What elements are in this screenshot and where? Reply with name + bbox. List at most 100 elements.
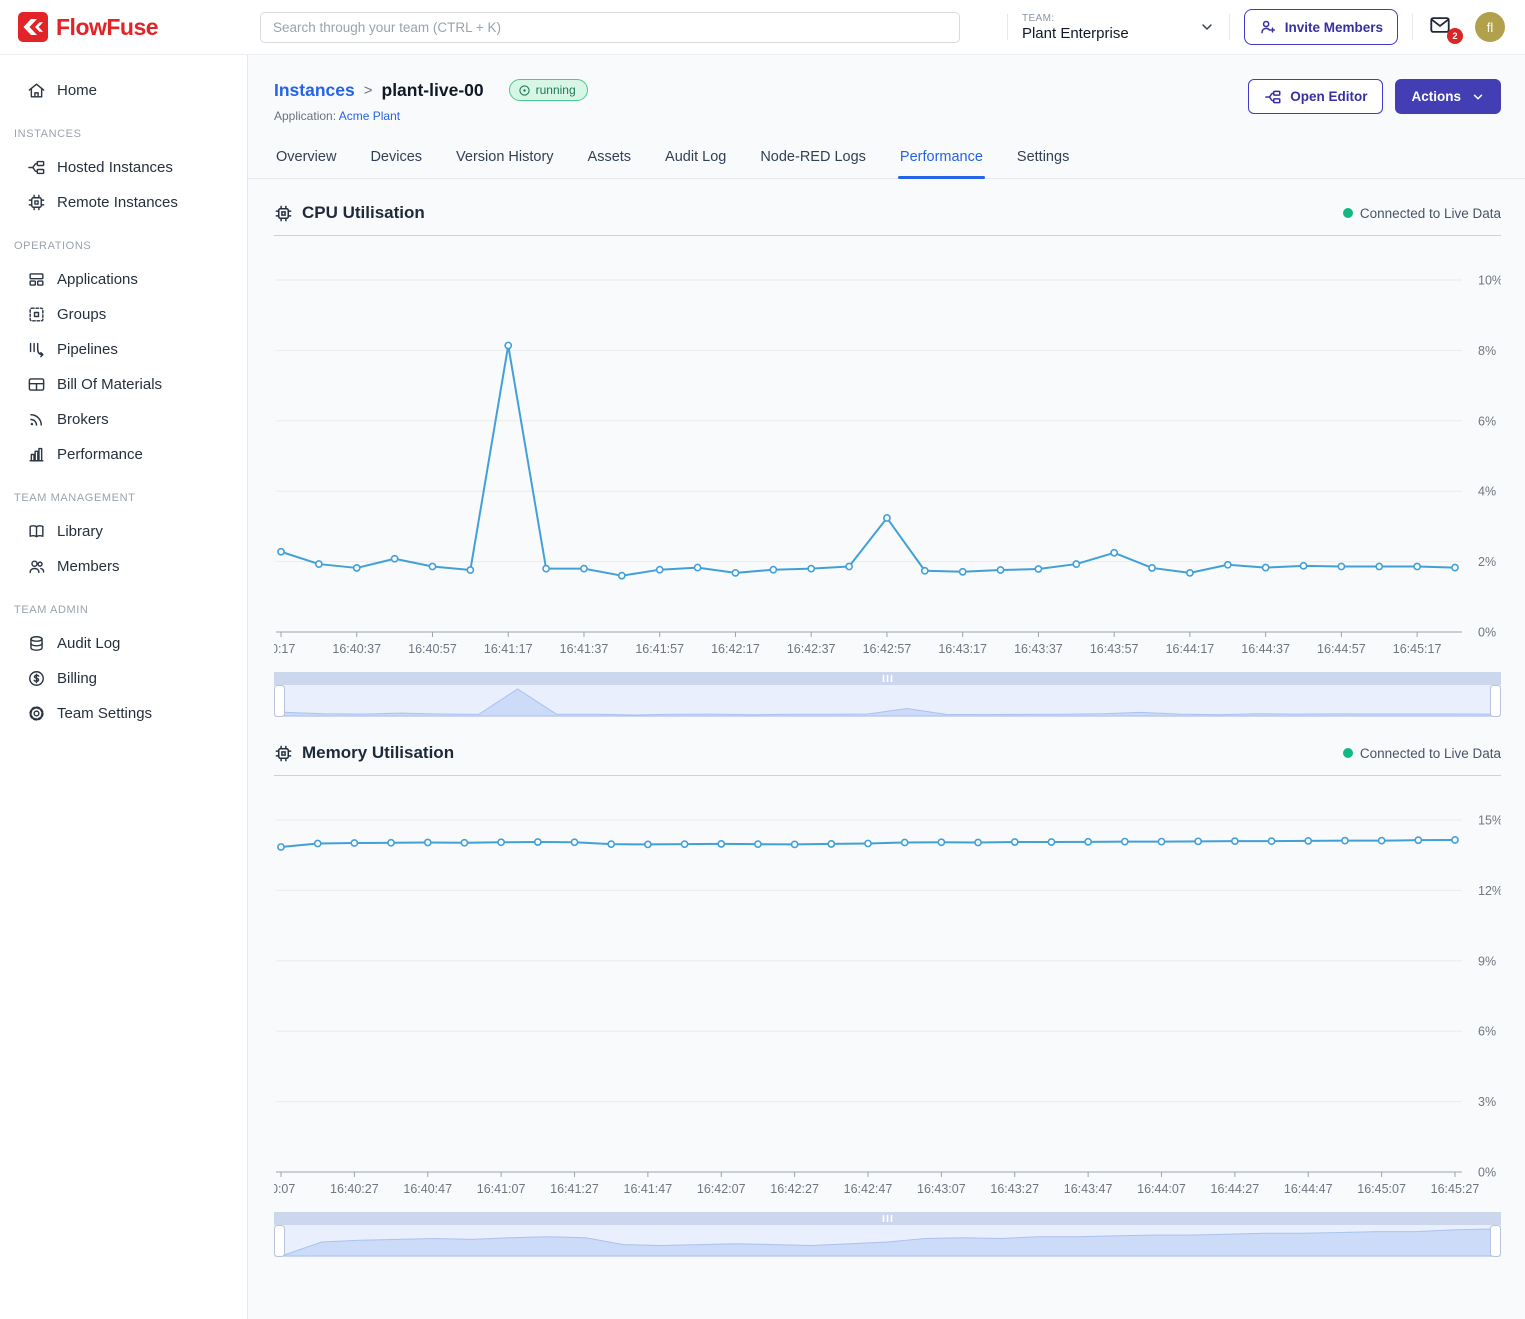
breadcrumb-instances-link[interactable]: Instances [274, 80, 355, 101]
actions-button[interactable]: Actions [1395, 79, 1501, 114]
svg-text:16:40:27: 16:40:27 [330, 1182, 379, 1196]
svg-text:16:41:57: 16:41:57 [635, 642, 684, 656]
groups-icon [27, 305, 46, 324]
invite-members-button[interactable]: Invite Members [1244, 9, 1398, 45]
sidebar-item-brokers[interactable]: Brokers [0, 402, 247, 437]
sidebar-item-members[interactable]: Members [0, 549, 247, 584]
cpu-utilisation-section: CPU Utilisation Connected to Live Data 0… [248, 203, 1525, 719]
sidebar-item-performance[interactable]: Performance [0, 437, 247, 472]
main-content: Instances > plant-live-00 running Applic… [248, 55, 1525, 1319]
memory-utilisation-section: Memory Utilisation Connected to Live Dat… [248, 743, 1525, 1259]
notifications-button[interactable]: 2 [1427, 14, 1457, 40]
logo-text: FlowFuse [56, 14, 158, 41]
tab-performance[interactable]: Performance [898, 143, 985, 178]
sidebar-item-home[interactable]: Home [0, 73, 247, 108]
sidebar-item-groups[interactable]: Groups [0, 297, 247, 332]
team-selector[interactable]: TEAM: Plant Enterprise [1022, 13, 1215, 42]
tab-audit-log[interactable]: Audit Log [663, 143, 728, 178]
divider [274, 775, 1501, 776]
sidebar-item-label: Groups [57, 306, 106, 323]
svg-text:16:42:07: 16:42:07 [697, 1182, 746, 1196]
svg-text:16:40:57: 16:40:57 [408, 642, 457, 656]
live-data-indicator: Connected to Live Data [1343, 206, 1501, 221]
divider [1007, 14, 1008, 40]
team-name: Plant Enterprise [1022, 25, 1129, 42]
sidebar-item-team-settings[interactable]: Team Settings [0, 696, 247, 731]
applications-icon [27, 270, 46, 289]
memory-chart-title: Memory Utilisation [302, 743, 454, 763]
divider [1412, 14, 1413, 40]
navigator-handle[interactable] [1491, 1226, 1501, 1257]
sidebar-item-label: Bill Of Materials [57, 376, 162, 393]
memory-chart-zoom-navigator[interactable] [274, 1212, 1501, 1259]
live-data-indicator: Connected to Live Data [1343, 746, 1501, 761]
navigator-handle[interactable] [1491, 686, 1501, 717]
live-dot-icon [1343, 748, 1353, 758]
tab-settings[interactable]: Settings [1015, 143, 1071, 178]
sidebar-item-label: Home [57, 82, 97, 99]
svg-text:16:41:47: 16:41:47 [624, 1182, 673, 1196]
remote-instances-icon [27, 193, 46, 212]
tab-node-red-logs[interactable]: Node-RED Logs [758, 143, 868, 178]
home-icon [27, 81, 46, 100]
cpu-chart-title: CPU Utilisation [302, 203, 425, 223]
svg-text:16:43:47: 16:43:47 [1064, 1182, 1113, 1196]
sidebar-item-label: Pipelines [57, 341, 118, 358]
tab-overview[interactable]: Overview [274, 143, 338, 178]
person-plus-icon [1259, 18, 1277, 36]
library-icon [27, 522, 46, 541]
sidebar-item-library[interactable]: Library [0, 514, 247, 549]
tab-version-history[interactable]: Version History [454, 143, 556, 178]
cpu-chart: 0%2%4%6%8%10%0:1716:40:3716:40:5716:41:1… [274, 242, 1501, 662]
flowfuse-logo[interactable]: FlowFuse [0, 12, 242, 42]
sidebar-item-label: Brokers [57, 411, 109, 428]
avatar[interactable]: fl [1475, 12, 1505, 42]
svg-text:16:42:37: 16:42:37 [787, 642, 836, 656]
application-link[interactable]: Acme Plant [339, 109, 400, 123]
svg-text:6%: 6% [1478, 1025, 1496, 1039]
sidebar-item-audit-log[interactable]: Audit Log [0, 626, 247, 661]
sidebar-item-pipelines[interactable]: Pipelines [0, 332, 247, 367]
tab-assets[interactable]: Assets [586, 143, 634, 178]
svg-text:12%: 12% [1478, 884, 1501, 898]
flowfuse-logo-icon [18, 12, 48, 42]
sidebar-item-label: Performance [57, 446, 143, 463]
sidebar-item-remote-instances[interactable]: Remote Instances [0, 185, 247, 220]
billing-icon [27, 669, 46, 688]
breadcrumb-separator: > [364, 82, 373, 99]
topbar: FlowFuse TEAM: Plant Enterprise Invite M… [0, 0, 1525, 55]
open-editor-button[interactable]: Open Editor [1248, 79, 1383, 114]
sidebar-item-billing[interactable]: Billing [0, 661, 247, 696]
tab-bar: Overview Devices Version History Assets Audi… [248, 143, 1525, 179]
bill-of-materials-icon [27, 375, 46, 394]
sidebar-item-bill-of-materials[interactable]: Bill Of Materials [0, 367, 247, 402]
svg-text:16:40:47: 16:40:47 [403, 1182, 452, 1196]
svg-text:16:45:27: 16:45:27 [1431, 1182, 1480, 1196]
svg-text:16:44:07: 16:44:07 [1137, 1182, 1186, 1196]
svg-text:3%: 3% [1478, 1095, 1496, 1109]
svg-text:9%: 9% [1478, 954, 1496, 968]
sidebar-item-hosted-instances[interactable]: Hosted Instances [0, 150, 247, 185]
navigator-handle[interactable] [275, 1226, 285, 1257]
cpu-chip-icon [274, 204, 293, 223]
svg-text:16:43:07: 16:43:07 [917, 1182, 966, 1196]
svg-text:16:42:47: 16:42:47 [844, 1182, 893, 1196]
cpu-chart-zoom-navigator[interactable] [274, 672, 1501, 719]
search-input[interactable] [260, 12, 960, 43]
memory-chip-icon [274, 744, 293, 763]
svg-text:6%: 6% [1478, 414, 1496, 428]
sidebar-item-applications[interactable]: Applications [0, 262, 247, 297]
chevron-down-icon [1199, 19, 1215, 35]
notifications-count-badge: 2 [1447, 28, 1463, 44]
svg-text:4%: 4% [1478, 485, 1496, 499]
navigator-handle[interactable] [275, 686, 285, 717]
svg-text:16:41:07: 16:41:07 [477, 1182, 526, 1196]
breadcrumb: Instances > plant-live-00 running [274, 79, 588, 101]
tab-devices[interactable]: Devices [368, 143, 424, 178]
svg-text:16:42:17: 16:42:17 [711, 642, 760, 656]
invite-members-label: Invite Members [1285, 20, 1383, 35]
svg-text:0%: 0% [1478, 626, 1496, 640]
svg-text:8%: 8% [1478, 344, 1496, 358]
svg-text:0:17: 0:17 [274, 642, 295, 656]
svg-text:16:44:17: 16:44:17 [1166, 642, 1215, 656]
